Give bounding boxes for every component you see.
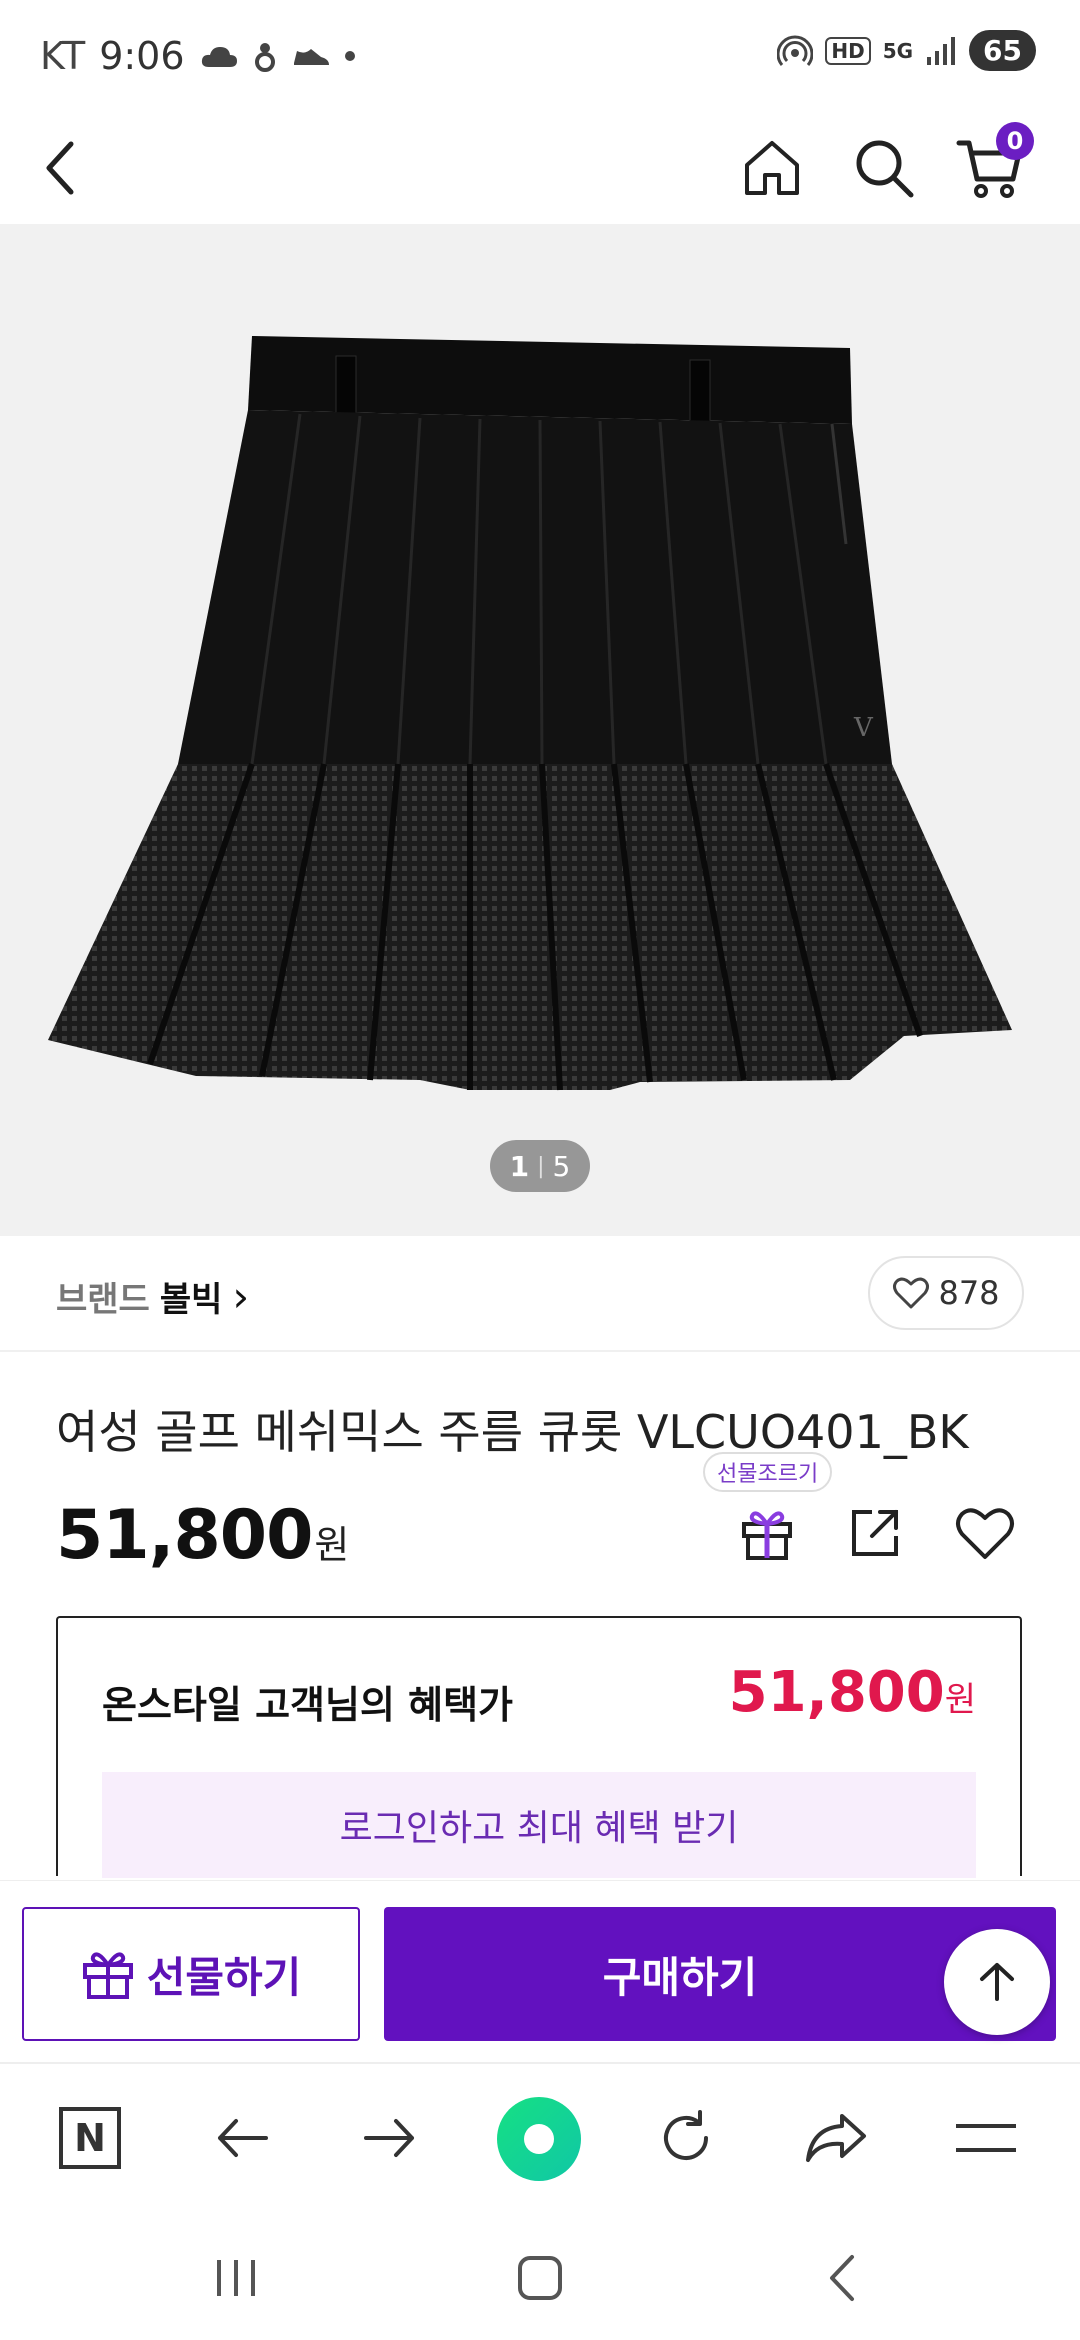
brand-name: 볼빅 bbox=[159, 1280, 223, 1320]
gift-request-tooltip: 선물조르기 bbox=[703, 1452, 833, 1492]
scroll-to-top-button[interactable] bbox=[944, 1929, 1050, 2035]
recent-apps-icon bbox=[217, 2260, 255, 2296]
network-5g-label: 5G bbox=[882, 38, 914, 63]
arrow-right-icon bbox=[364, 2119, 414, 2157]
image-current: 1 bbox=[509, 1149, 530, 1183]
gift-button-icon bbox=[82, 1952, 133, 1999]
image-total: 5 bbox=[552, 1149, 571, 1183]
carrier-label: KT bbox=[40, 34, 86, 78]
green-dot-button[interactable] bbox=[496, 2096, 582, 2182]
hd-badge: HD bbox=[825, 36, 871, 65]
price-currency: 원 bbox=[314, 1523, 350, 1567]
heart-icon bbox=[956, 1508, 1014, 1559]
green-dot-icon bbox=[497, 2097, 581, 2181]
like-button[interactable]: 878 bbox=[868, 1256, 1024, 1330]
top-navigation: 0 bbox=[0, 112, 1080, 224]
browser-menu-button[interactable] bbox=[948, 2100, 1024, 2176]
gift-icon bbox=[742, 1511, 792, 1560]
share-icon bbox=[852, 1510, 898, 1556]
product-title: 여성 골프 메쉬믹스 주름 큐롯 VLCUO401_BK bbox=[56, 1405, 969, 1459]
benefit-price-value: 51,800 bbox=[728, 1660, 945, 1725]
home-nav-button[interactable] bbox=[510, 2248, 570, 2308]
buy-button-label: 구매하기 bbox=[602, 1952, 758, 2002]
status-bar: KT 9:06 HD 5G 65 bbox=[0, 0, 1080, 112]
browser-forward-button[interactable] bbox=[352, 2100, 428, 2176]
browser-back-button[interactable] bbox=[204, 2100, 280, 2176]
brand-link[interactable]: 브랜드 볼빅 › bbox=[56, 1272, 249, 1321]
shoe-icon bbox=[293, 49, 329, 65]
notification-dot bbox=[344, 51, 355, 61]
home-button[interactable] bbox=[734, 130, 810, 206]
back-button[interactable] bbox=[24, 130, 100, 206]
product-image-gallery[interactable]: V bbox=[0, 224, 1080, 1236]
product-price: 51,800 원 bbox=[56, 1496, 349, 1575]
svg-text:V: V bbox=[853, 713, 874, 743]
back-nav-button[interactable] bbox=[812, 2248, 872, 2308]
home-icon bbox=[745, 141, 799, 195]
cloud-icon bbox=[201, 47, 237, 67]
image-counter-separator: | bbox=[537, 1153, 545, 1179]
brand-row: 브랜드 볼빅 › 878 bbox=[0, 1236, 1080, 1352]
signal-icon bbox=[927, 36, 956, 65]
price-value: 51,800 bbox=[56, 1496, 313, 1575]
benefit-label: 온스타일 고객님의 혜택가 bbox=[102, 1683, 514, 1727]
like-count: 878 bbox=[938, 1274, 1000, 1312]
gift-button[interactable]: 선물하기 bbox=[22, 1907, 360, 2041]
time-label: 9:06 bbox=[99, 34, 185, 78]
naver-logo-icon: N bbox=[59, 2107, 121, 2169]
benefit-price-box: 온스타일 고객님의 혜택가 51,800 원 로그인하고 최대 혜택 받기 bbox=[56, 1616, 1022, 1878]
gift-button-label: 선물하기 bbox=[146, 1952, 302, 2002]
search-button[interactable] bbox=[846, 130, 922, 206]
forward-share-icon bbox=[806, 2114, 866, 2162]
arrow-left-icon bbox=[218, 2119, 268, 2157]
brand-label: 브랜드 bbox=[56, 1280, 150, 1320]
menu-icon bbox=[956, 2124, 1016, 2152]
purchase-action-bar: 선물하기 구매하기 bbox=[0, 1880, 1080, 2062]
search-icon bbox=[856, 140, 914, 198]
browser-share-button[interactable] bbox=[798, 2100, 874, 2176]
image-counter: 1 | 5 bbox=[490, 1140, 590, 1192]
product-photo: V bbox=[48, 336, 1012, 1091]
benefit-price: 51,800 원 bbox=[729, 1660, 976, 1725]
home-nav-icon bbox=[518, 2256, 562, 2300]
battery-indicator: 65 bbox=[969, 30, 1036, 71]
login-benefit-button[interactable]: 로그인하고 최대 혜택 받기 bbox=[102, 1772, 976, 1878]
heart-outline-icon bbox=[893, 1277, 930, 1309]
wishlist-button[interactable] bbox=[952, 1500, 1018, 1566]
share-button[interactable] bbox=[842, 1500, 908, 1566]
recent-apps-button[interactable] bbox=[206, 2248, 266, 2308]
back-icon bbox=[46, 141, 74, 195]
hotspot-icon bbox=[777, 35, 814, 66]
gift-request-button[interactable] bbox=[734, 1500, 800, 1566]
naver-home-button[interactable]: N bbox=[52, 2100, 128, 2176]
system-navigation-bar bbox=[0, 2210, 1080, 2340]
browser-toolbar: N bbox=[0, 2062, 1080, 2210]
arrow-up-icon bbox=[980, 1963, 1014, 2001]
cart-count-badge: 0 bbox=[996, 122, 1034, 160]
back-nav-icon bbox=[830, 2255, 854, 2301]
refresh-button[interactable] bbox=[648, 2100, 724, 2176]
refresh-icon bbox=[664, 2110, 708, 2160]
cart-button[interactable]: 0 bbox=[952, 122, 1034, 206]
chevron-right-icon: › bbox=[232, 1272, 250, 1321]
hand-icon bbox=[254, 43, 275, 72]
benefit-price-currency: 원 bbox=[944, 1680, 976, 1720]
